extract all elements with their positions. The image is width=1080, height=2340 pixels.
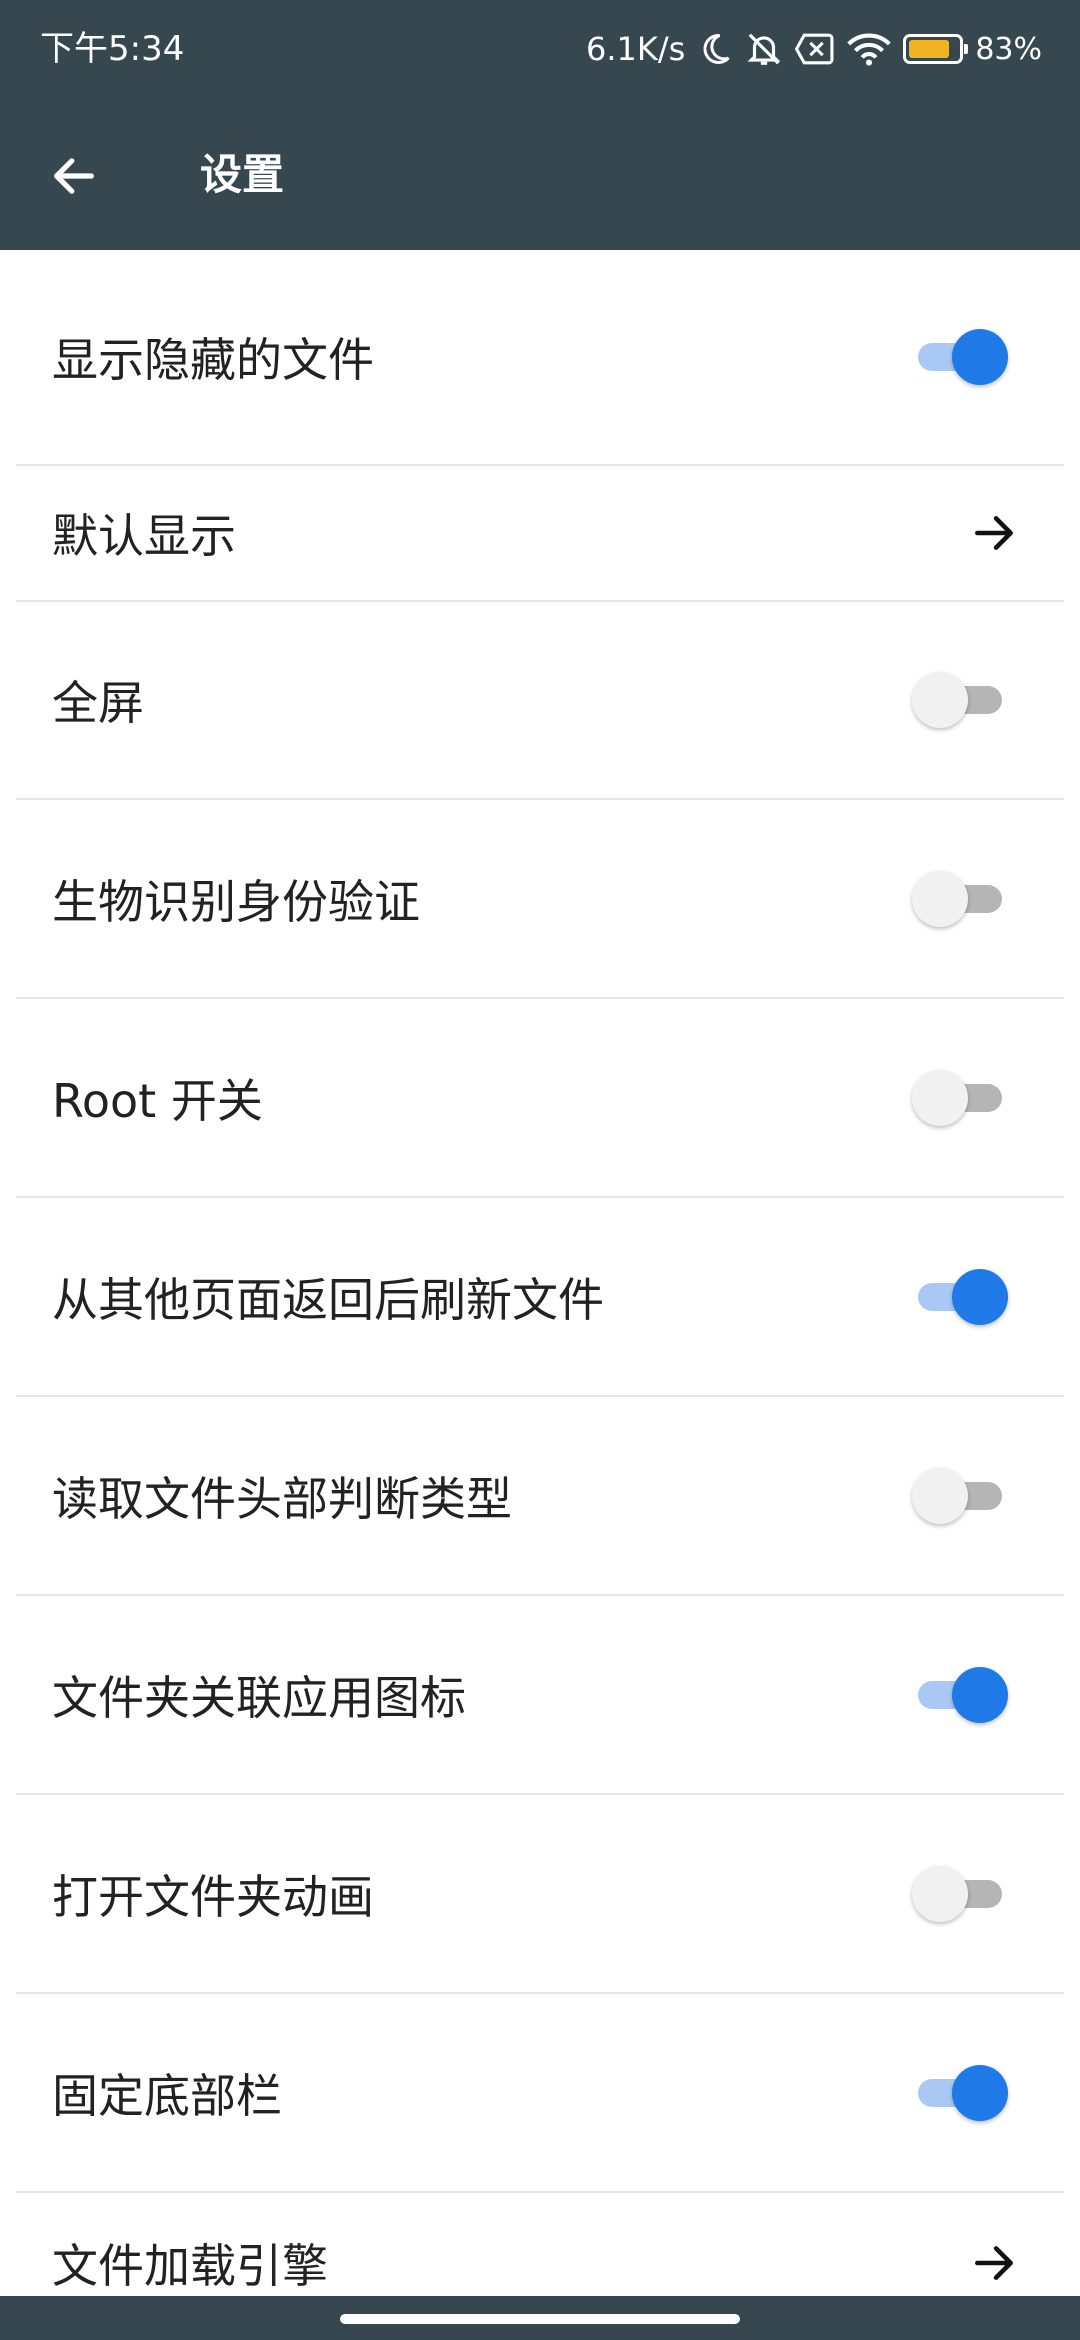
- back-button[interactable]: [42, 144, 106, 208]
- status-icons: 6.1K/s 83%: [586, 22, 1042, 76]
- toggle-switch[interactable]: [912, 672, 1008, 728]
- battery-level-fill: [909, 40, 950, 58]
- toggle-switch[interactable]: [912, 1865, 1008, 1922]
- setting-label: 文件夹关联应用图标: [52, 1670, 466, 1725]
- settings-list: 显示隐藏的文件 默认显示 全屏 生物识别身份验证 Root 开关 从其他页面返回…: [0, 250, 1080, 2340]
- arrow-right-icon: [964, 2233, 1024, 2293]
- bell-off-icon: [745, 30, 783, 68]
- arrow-right-icon: [964, 503, 1024, 563]
- page-title: 设置: [200, 150, 285, 199]
- setting-folder-app-icon[interactable]: 文件夹关联应用图标: [16, 1596, 1064, 1795]
- network-speed: 6.1K/s: [585, 30, 686, 68]
- top-bar: 下午5:34 6.1K/s 83% 设置: [0, 0, 1080, 250]
- switch-thumb: [952, 1666, 1008, 1723]
- wifi-icon: [847, 31, 892, 67]
- setting-show-hidden-files[interactable]: 显示隐藏的文件: [16, 250, 1064, 466]
- switch-thumb: [952, 1268, 1008, 1325]
- sim-off-icon: [795, 31, 835, 67]
- switch-thumb: [912, 870, 968, 927]
- toggle-switch[interactable]: [912, 1666, 1008, 1723]
- setting-root-switch[interactable]: Root 开关: [16, 999, 1064, 1198]
- setting-label: 显示隐藏的文件: [52, 333, 374, 387]
- switch-thumb: [912, 1865, 968, 1922]
- toggle-switch[interactable]: [912, 870, 1008, 927]
- setting-label: 打开文件夹动画: [52, 1869, 374, 1924]
- status-time: 下午5:34: [40, 29, 185, 69]
- setting-label: 读取文件头部判断类型: [52, 1471, 512, 1526]
- app-bar: 设置: [0, 100, 1080, 250]
- switch-thumb: [912, 1069, 968, 1126]
- setting-default-display[interactable]: 默认显示: [16, 466, 1064, 602]
- toggle-switch[interactable]: [912, 1268, 1008, 1325]
- switch-thumb: [912, 672, 968, 728]
- toggle-switch[interactable]: [912, 329, 1008, 385]
- switch-thumb: [952, 329, 1008, 385]
- setting-label: 全屏: [52, 676, 144, 730]
- arrow-left-icon: [54, 158, 94, 194]
- moon-icon: [697, 31, 733, 67]
- battery-icon: [903, 34, 969, 64]
- setting-label: Root 开关: [52, 1073, 263, 1128]
- settings-screen: 下午5:34 6.1K/s 83% 设置 显示隐藏的文件 默认显示 全屏 生物识…: [0, 0, 1080, 2340]
- setting-folder-animation[interactable]: 打开文件夹动画: [16, 1795, 1064, 1994]
- setting-fixed-bottom-bar[interactable]: 固定底部栏: [16, 1994, 1064, 2193]
- setting-label: 生物识别身份验证: [52, 874, 420, 929]
- setting-refresh-on-return[interactable]: 从其他页面返回后刷新文件: [16, 1198, 1064, 1397]
- toggle-switch[interactable]: [912, 2064, 1008, 2121]
- toggle-switch[interactable]: [912, 1069, 1008, 1126]
- battery-percent: 83%: [975, 31, 1042, 67]
- status-bar: 下午5:34 6.1K/s 83%: [0, 0, 1080, 100]
- home-indicator[interactable]: [340, 2314, 740, 2324]
- switch-thumb: [952, 2064, 1008, 2121]
- toggle-switch[interactable]: [912, 1467, 1008, 1524]
- setting-read-file-header[interactable]: 读取文件头部判断类型: [16, 1397, 1064, 1596]
- setting-label: 默认显示: [52, 509, 236, 563]
- switch-thumb: [912, 1467, 968, 1524]
- setting-label: 从其他页面返回后刷新文件: [52, 1272, 604, 1327]
- setting-label: 固定底部栏: [52, 2068, 282, 2123]
- setting-label: 文件加载引擎: [52, 2239, 328, 2293]
- setting-biometric-auth[interactable]: 生物识别身份验证: [16, 800, 1064, 999]
- setting-fullscreen[interactable]: 全屏: [16, 602, 1064, 800]
- navigation-bar: [0, 2296, 1080, 2340]
